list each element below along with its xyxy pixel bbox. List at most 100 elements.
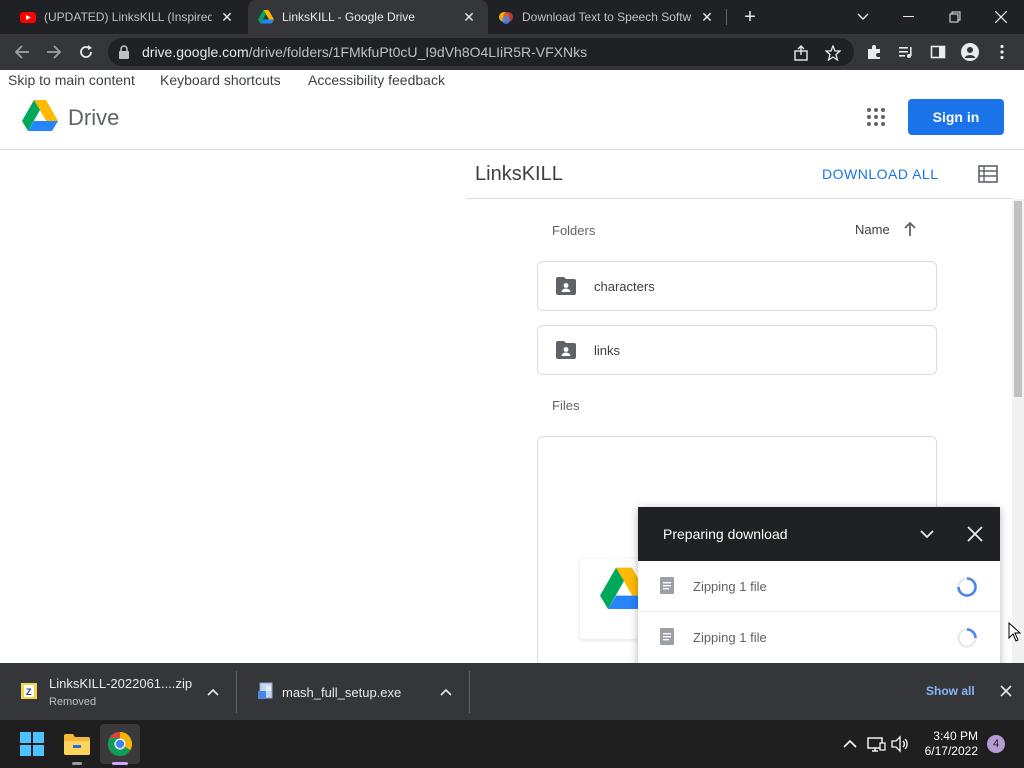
sign-in-button[interactable]: Sign in	[908, 99, 1004, 135]
folder-item[interactable]: characters	[537, 261, 937, 311]
arrow-up-icon[interactable]	[902, 220, 918, 238]
keyboard-shortcuts-link[interactable]: Keyboard shortcuts	[160, 72, 281, 88]
drive-header: Drive Sign in	[0, 90, 1024, 150]
sort-by-name-button[interactable]: Name	[855, 222, 890, 237]
minimize-icon	[903, 16, 914, 17]
download-all-button[interactable]: DOWNLOAD ALL	[822, 166, 938, 182]
file-explorer-button[interactable]	[57, 724, 97, 764]
clock-time: 3:40 PM	[933, 729, 978, 743]
share-icon	[794, 45, 808, 61]
download-progress-row: Zipping 1 file	[638, 561, 1000, 612]
folder-item[interactable]: links	[537, 325, 937, 375]
address-bar[interactable]: drive.google.com/drive/folders/1FMkfuPt0…	[108, 38, 854, 66]
taskbar-clock[interactable]: 3:40 PM 6/17/2022	[918, 729, 978, 759]
app-active-indicator	[112, 762, 128, 765]
download-item[interactable]: mash_full_setup.exe	[237, 663, 469, 720]
minimize-button[interactable]	[886, 0, 932, 34]
tab-title: (UPDATED) LinksKILL (Inspired By	[44, 10, 212, 24]
google-apps-icon[interactable]	[866, 107, 886, 127]
tab-text-to-speech[interactable]: Download Text to Speech Softwa ✕	[490, 0, 724, 34]
volume-icon[interactable]	[890, 734, 910, 754]
share-button[interactable]	[792, 44, 810, 62]
accessibility-feedback-link[interactable]: Accessibility feedback	[308, 72, 445, 88]
tab-strip: (UPDATED) LinksKILL (Inspired By ✕ Links…	[0, 0, 1024, 34]
extensions-button[interactable]	[864, 42, 884, 62]
scrollbar-thumb[interactable]	[1014, 201, 1022, 397]
puzzle-icon	[868, 45, 880, 59]
download-filename: LinksKILL-2022061....zip	[49, 676, 193, 691]
installer-file-icon	[258, 682, 273, 699]
windows-logo-icon	[20, 732, 44, 756]
side-panel-button[interactable]	[928, 42, 948, 62]
url-text[interactable]: drive.google.com/drive/folders/1FMkfuPt0…	[142, 44, 587, 60]
windows-taskbar: 3:40 PM 6/17/2022	[0, 720, 1024, 768]
profile-avatar-icon	[961, 43, 979, 61]
show-all-downloads-link[interactable]: Show all	[926, 684, 975, 698]
new-tab-button[interactable]: +	[738, 5, 762, 29]
folder-title: LinksKILL	[475, 163, 563, 185]
mouse-cursor-icon	[1008, 622, 1022, 642]
close-tab-icon[interactable]: ✕	[460, 8, 478, 26]
zipping-status-text: Zipping 1 file	[693, 630, 767, 645]
download-filename: mash_full_setup.exe	[282, 685, 402, 700]
close-icon[interactable]	[965, 524, 985, 544]
close-window-button[interactable]	[978, 0, 1024, 34]
google-drive-icon	[258, 10, 274, 24]
folders-section-label: Folders	[552, 223, 596, 238]
shelf-divider	[469, 671, 470, 713]
forward-button[interactable]	[40, 38, 68, 66]
reload-button[interactable]	[72, 38, 100, 66]
chrome-taskbar-button[interactable]	[100, 724, 140, 764]
downloads-shelf: Z LinksKILL-2022061....zip Removed mash_…	[0, 663, 1024, 720]
tab-search-button[interactable]	[840, 0, 886, 34]
drive-brand-text[interactable]: Drive	[68, 105, 119, 131]
folder-name: characters	[594, 279, 655, 294]
tab-title: LinksKILL - Google Drive	[282, 10, 415, 24]
zip-file-icon: Z	[21, 683, 37, 699]
forward-arrow-icon	[47, 45, 62, 59]
back-button[interactable]	[8, 38, 36, 66]
google-drive-logo[interactable]	[22, 100, 58, 132]
tab-youtube[interactable]: (UPDATED) LinksKILL (Inspired By ✕	[12, 0, 244, 34]
notification-badge[interactable]: 4	[987, 735, 1005, 753]
loading-spinner-icon	[957, 628, 977, 648]
svg-text:Z: Z	[26, 687, 32, 697]
chevron-up-icon[interactable]	[439, 685, 453, 699]
star-icon	[825, 45, 841, 61]
profile-button[interactable]	[960, 42, 980, 62]
media-controls-button[interactable]	[896, 42, 916, 62]
document-icon	[660, 628, 674, 645]
restore-icon	[949, 11, 961, 23]
side-panel-icon	[930, 45, 946, 59]
close-icon[interactable]	[998, 683, 1014, 699]
close-tab-icon[interactable]: ✕	[698, 8, 716, 26]
tab-google-drive[interactable]: LinksKILL - Google Drive ✕	[248, 0, 488, 34]
folder-name: links	[594, 343, 621, 358]
chevron-down-icon	[857, 13, 869, 20]
loading-spinner-icon	[957, 577, 977, 597]
chevron-up-icon[interactable]	[840, 734, 860, 754]
chrome-icon	[108, 732, 132, 756]
media-queue-icon	[899, 47, 912, 58]
clock-date: 6/17/2022	[924, 744, 978, 758]
browser-toolbar: drive.google.com/drive/folders/1FMkfuPt0…	[0, 34, 1024, 70]
chrome-menu-button[interactable]	[992, 42, 1012, 62]
tab-title: Download Text to Speech Softwa	[522, 10, 692, 24]
lock-icon[interactable]	[118, 45, 130, 59]
kebab-menu-icon	[1000, 44, 1004, 60]
start-button[interactable]	[12, 724, 52, 764]
skip-links-bar: Skip to main content Keyboard shortcuts …	[0, 70, 1024, 90]
download-progress-row: Zipping 1 file	[638, 612, 1000, 663]
close-tab-icon[interactable]: ✕	[218, 8, 236, 26]
bookmark-button[interactable]	[824, 44, 842, 62]
network-icon[interactable]	[866, 734, 886, 754]
restore-button[interactable]	[932, 0, 978, 34]
skip-to-main-link[interactable]: Skip to main content	[8, 72, 135, 88]
download-item[interactable]: Z LinksKILL-2022061....zip Removed	[0, 663, 236, 720]
header-divider	[466, 198, 1012, 199]
app-running-indicator	[72, 762, 82, 765]
page-scrollbar[interactable]	[1012, 199, 1024, 663]
list-view-icon[interactable]	[978, 165, 998, 183]
chevron-up-icon[interactable]	[206, 685, 220, 699]
collapse-chevron-icon[interactable]	[918, 525, 936, 543]
